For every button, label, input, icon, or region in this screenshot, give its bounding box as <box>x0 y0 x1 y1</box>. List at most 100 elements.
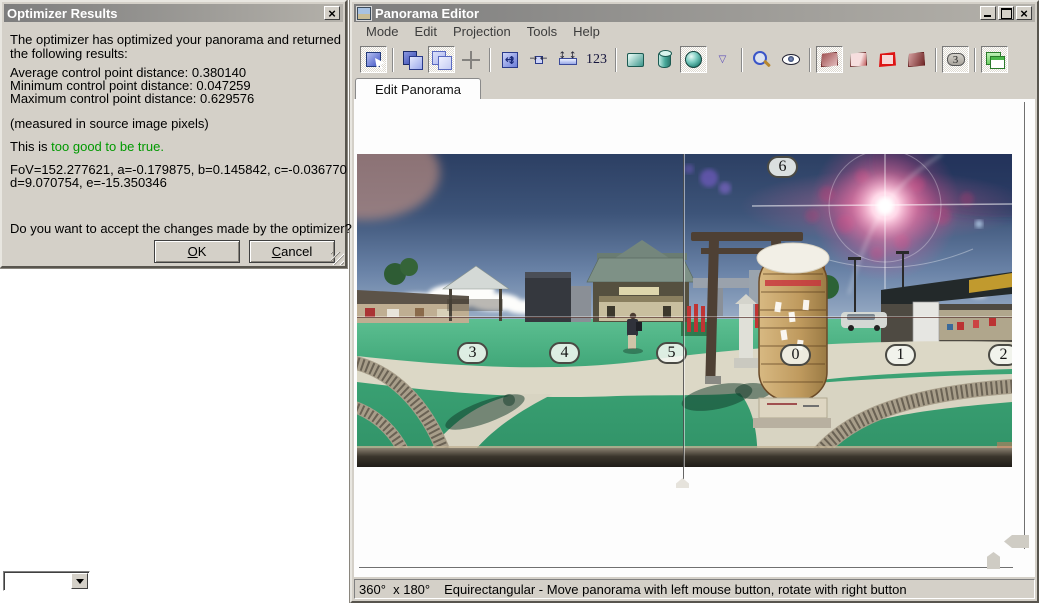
menu-tools[interactable]: Tools <box>519 24 565 39</box>
panorama-editor-window: Panorama Editor Mode Edit Projection Too… <box>350 0 1039 603</box>
chevron-down-icon <box>75 578 84 584</box>
optimizer-intro-text: The optimizer has optimized your panoram… <box>10 32 341 61</box>
center-arrows-icon <box>528 52 550 68</box>
dialog-close-icon[interactable] <box>324 6 340 20</box>
eye-icon <box>781 54 800 65</box>
panorama-canvas-area[interactable]: 0123456 <box>354 99 1035 577</box>
toolbar-separator <box>392 47 394 72</box>
toolbar-separator <box>615 47 617 72</box>
tab-edit-panorama[interactable]: Edit Panorama <box>355 78 481 99</box>
accept-question-text: Do you want to accept the changes made b… <box>10 221 352 236</box>
tab-bar: Edit Panorama <box>354 78 1035 99</box>
sphere-projection-icon <box>685 51 702 68</box>
preview-button[interactable] <box>777 46 804 73</box>
params-line-2: d=9.070754, e=-15.350346 <box>10 175 167 190</box>
photometric-mode-2-button[interactable] <box>845 46 872 73</box>
red-quad-icon <box>821 52 838 67</box>
editor-title: Panorama Editor <box>375 5 480 21</box>
triangle-dropdown-icon <box>719 54 727 65</box>
ok-button-label: O <box>187 244 198 259</box>
verdict-text: This is too good to be true. <box>10 140 164 154</box>
numbers-123-icon: 123 <box>586 51 607 67</box>
rectilinear-projection-button[interactable] <box>622 46 649 73</box>
photometric-mode-3-button[interactable] <box>874 46 901 73</box>
drag-tool-icon <box>366 52 381 67</box>
red-quad-icon <box>850 52 867 67</box>
image-pair-icon <box>403 50 423 70</box>
image-number-badge[interactable]: 0 <box>780 344 811 366</box>
flat-projection-icon <box>627 52 644 67</box>
cylindrical-projection-button[interactable] <box>651 46 678 73</box>
dialog-titlebar[interactable]: Optimizer Results <box>4 4 343 22</box>
menu-projection[interactable]: Projection <box>445 24 519 39</box>
dialog-title: Optimizer Results <box>7 5 118 21</box>
show-all-images-button[interactable] <box>399 46 426 73</box>
toolbar-separator <box>809 47 811 72</box>
control-points-button[interactable] <box>457 46 484 73</box>
toolbar-separator <box>741 47 743 72</box>
panorama-image[interactable] <box>357 154 1012 467</box>
vertical-guide-handle[interactable] <box>676 478 689 488</box>
window-layout-button[interactable] <box>981 46 1008 73</box>
panorama-scene <box>357 154 1012 467</box>
number-3-badge-icon: 3 <box>946 53 965 66</box>
yaw-slider-handle[interactable] <box>987 552 1000 569</box>
optimizer-verdict-prefix: This is <box>10 139 52 154</box>
photometric-mode-1-button[interactable] <box>816 46 843 73</box>
app-icon <box>357 6 371 20</box>
image-number-badge[interactable]: 6 <box>767 156 798 178</box>
center-panorama-button[interactable] <box>525 46 552 73</box>
menu-help[interactable]: Help <box>565 24 608 39</box>
menu-mode[interactable]: Mode <box>358 24 407 39</box>
red-quad-icon <box>879 52 896 67</box>
toolbar-separator <box>935 47 937 72</box>
maximize-icon[interactable] <box>998 6 1014 20</box>
image-number-badge[interactable]: 4 <box>549 342 580 364</box>
optimizer-results-dialog: Optimizer Results The optimizer has opti… <box>0 0 352 268</box>
lens-combobox[interactable] <box>3 571 90 591</box>
image-number-badge[interactable]: 2 <box>988 344 1012 366</box>
cylinder-projection-icon <box>658 50 672 68</box>
cancel-button-label: C <box>271 244 282 259</box>
vertical-guide-line <box>683 154 684 480</box>
image-number-badge[interactable]: 3 <box>457 342 488 364</box>
zoom-button[interactable] <box>748 46 775 73</box>
menu-edit[interactable]: Edit <box>407 24 445 39</box>
fit-height-button[interactable] <box>554 46 581 73</box>
show-selected-images-button[interactable] <box>428 46 455 73</box>
fit-panorama-button[interactable] <box>496 46 523 73</box>
image-pair-light-icon <box>432 50 452 70</box>
status-message-text: Equirectangular - Move panorama with lef… <box>444 581 907 597</box>
toggle-numbers-button[interactable]: 123 <box>583 46 610 73</box>
equirectangular-projection-button[interactable] <box>680 46 707 73</box>
resize-grip[interactable] <box>331 252 344 265</box>
status-fov-text: 360° x 180° <box>359 581 431 597</box>
ok-button[interactable]: OK <box>154 240 240 263</box>
toolbar-separator <box>489 47 491 72</box>
crosshair-icon <box>461 50 480 69</box>
windows-layout-icon <box>985 51 1005 69</box>
fit-arrows-icon <box>501 51 518 68</box>
magnifier-icon <box>752 50 771 69</box>
red-quad-icon <box>908 52 925 67</box>
drag-tool-button[interactable] <box>360 46 387 73</box>
optimizer-verdict-highlight: too good to be true. <box>51 139 164 154</box>
close-icon[interactable] <box>1016 6 1032 20</box>
minimize-icon[interactable] <box>980 6 996 20</box>
identify-images-button[interactable]: 3 <box>942 46 969 73</box>
fit-height-icon <box>558 51 577 69</box>
toolbar-separator <box>974 47 976 72</box>
units-note-text: (measured in source image pixels) <box>10 116 209 131</box>
lens-combobox-input[interactable] <box>6 574 70 588</box>
editor-titlebar[interactable]: Panorama Editor <box>354 4 1035 22</box>
yaw-slider-track[interactable] <box>359 567 1013 568</box>
status-bar: 360° x 180° Equirectangular - Move panor… <box>354 579 1035 599</box>
menubar: Mode Edit Projection Tools Help <box>354 22 1035 41</box>
pitch-slider-handle[interactable] <box>1004 535 1029 548</box>
pitch-slider-track[interactable] <box>1024 102 1025 549</box>
image-number-badge[interactable]: 1 <box>885 344 916 366</box>
cancel-button[interactable]: Cancel <box>249 240 335 263</box>
photometric-mode-4-button[interactable] <box>903 46 930 73</box>
combobox-dropdown-button[interactable] <box>71 573 88 589</box>
projection-dropdown-button[interactable] <box>709 46 736 73</box>
